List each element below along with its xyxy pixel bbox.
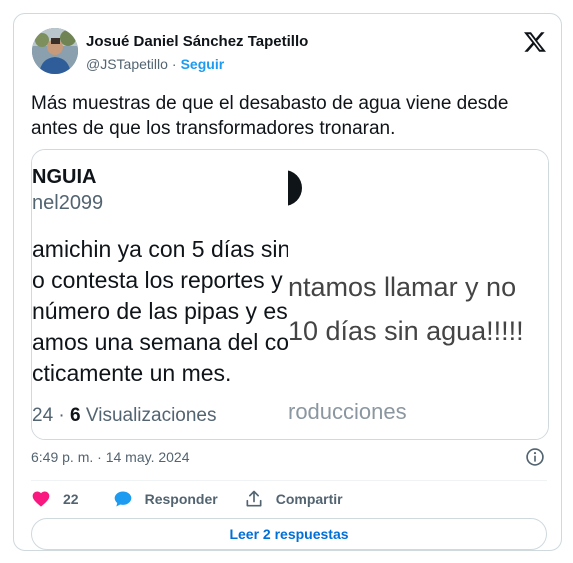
heart-icon [32, 491, 50, 507]
share-button[interactable]: Compartir [244, 489, 343, 509]
tweet-card[interactable]: Josué Daniel Sánchez Tapetillo @JSTapeti… [13, 13, 562, 551]
tweet-timestamp[interactable]: 6:49 p. m. · 14 may. 2024 [31, 449, 190, 465]
like-count: 22 [63, 491, 79, 507]
follow-button[interactable]: Seguir [181, 56, 225, 72]
author-handle-row: @JSTapetillo · Seguir [86, 56, 224, 72]
media-stats-suffix: Visualizaciones [80, 405, 217, 426]
tweet-media-image[interactable]: NGUIA nel2099 amichin ya con 5 días sin … [31, 149, 549, 440]
media-left-line: cticamente un mes. [32, 360, 232, 386]
media-left-line: amos una semana del co [32, 329, 288, 355]
avatar-photo [32, 28, 78, 74]
media-stats-views: 6 [70, 405, 81, 426]
media-right-line: ntamos llamar y no [288, 272, 517, 302]
media-left-stats: 24 · 6 Visualizaciones [32, 405, 217, 427]
author-handle[interactable]: @JSTapetillo [86, 56, 168, 72]
share-label: Compartir [275, 491, 343, 507]
media-left-screenshot: NGUIA nel2099 amichin ya con 5 días sin … [32, 150, 288, 439]
reply-label: Responder [144, 491, 218, 507]
media-left-line: número de las pipas y es [32, 298, 288, 324]
media-left-name: NGUIA [32, 166, 97, 188]
speech-bubble-icon [114, 491, 131, 507]
separator-dot: · [171, 56, 177, 72]
media-right-line: 10 días sin agua!!!!! [288, 316, 524, 346]
share-upload-icon [246, 490, 262, 507]
media-right-sub: roducciones [288, 399, 407, 424]
x-logo-icon[interactable] [523, 30, 547, 54]
author-name[interactable]: Josué Daniel Sánchez Tapetillo [86, 33, 308, 50]
divider [31, 480, 547, 481]
reply-button[interactable]: Responder [113, 489, 244, 509]
media-right-logo-letter: a [290, 174, 302, 196]
media-left-line: o contesta los reportes y [32, 267, 283, 293]
media-stats-prefix: 24 · [32, 405, 71, 426]
info-icon[interactable] [525, 447, 545, 467]
media-left-handle: nel2099 [32, 192, 104, 214]
media-left-line: amichin ya con 5 días sin [32, 236, 288, 262]
read-replies-button[interactable]: Leer 2 respuestas [31, 518, 547, 550]
media-right-screenshot: a ntamos llamar y no 10 días sin agua!!!… [288, 150, 548, 439]
tweet-text: Más muestras de que el desabasto de agua… [31, 93, 509, 139]
author-avatar[interactable] [32, 28, 78, 74]
action-bar: 22 Responder Compartir [31, 487, 343, 511]
like-button[interactable]: 22 [31, 489, 113, 509]
